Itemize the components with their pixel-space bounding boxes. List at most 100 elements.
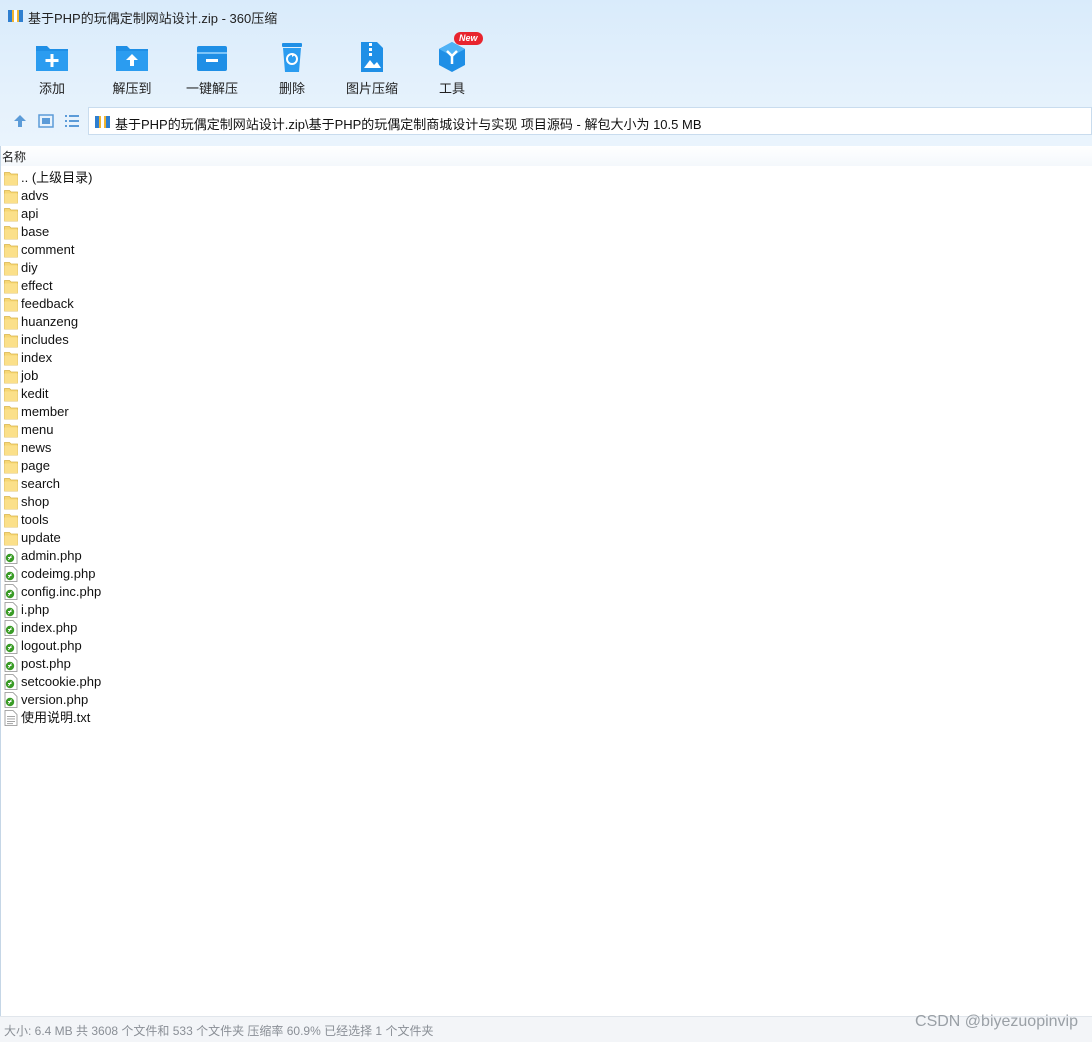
item-name: tools <box>21 512 49 527</box>
item-name: search <box>21 476 61 491</box>
folder-row[interactable]: huanzeng <box>0 313 400 331</box>
folder-icon <box>4 406 18 420</box>
file-row[interactable]: version.php <box>0 691 400 709</box>
php-file-icon <box>4 548 18 564</box>
tools-label: 工具 <box>438 81 465 96</box>
folder-icon <box>4 262 18 276</box>
folder-row[interactable]: shop <box>0 493 400 511</box>
list-view-icon[interactable] <box>63 112 81 130</box>
delete-button[interactable]: 删除 <box>252 38 332 100</box>
folder-icon <box>4 298 18 312</box>
one-click-extract-icon <box>197 46 227 71</box>
file-row[interactable]: config.inc.php <box>0 583 400 601</box>
file-row[interactable]: codeimg.php <box>0 565 400 583</box>
add-button[interactable]: 添加 <box>12 38 92 100</box>
folder-row[interactable]: update <box>0 529 400 547</box>
folder-row[interactable]: page <box>0 457 400 475</box>
item-name: api <box>21 206 39 221</box>
php-file-icon <box>4 638 18 654</box>
folder-icon <box>4 424 18 438</box>
folder-row[interactable]: comment <box>0 241 400 259</box>
item-name: i.php <box>21 602 50 617</box>
window-title: 基于PHP的玩偶定制网站设计.zip - 360压缩 <box>28 11 278 26</box>
image-compress-button[interactable]: 图片压缩 <box>332 38 412 100</box>
folder-row[interactable]: diy <box>0 259 400 277</box>
folder-icon <box>4 280 18 294</box>
item-name: news <box>21 440 52 455</box>
item-name: kedit <box>21 386 49 401</box>
folder-icon <box>4 442 18 456</box>
folder-row[interactable]: base <box>0 223 400 241</box>
folder-row[interactable]: kedit <box>0 385 400 403</box>
folder-row[interactable]: advs <box>0 187 400 205</box>
item-name: comment <box>21 242 75 257</box>
column-header-label: 名称 <box>2 150 27 164</box>
folder-row[interactable]: member <box>0 403 400 421</box>
new-badge: New <box>454 32 483 45</box>
tools-button[interactable]: New 工具 <box>412 32 492 100</box>
php-file-icon <box>4 656 18 672</box>
add-label: 添加 <box>38 81 65 96</box>
file-row[interactable]: 使用说明.txt <box>0 709 400 727</box>
folder-row[interactable]: news <box>0 439 400 457</box>
one-click-extract-button[interactable]: 一键解压 <box>172 38 252 100</box>
item-name: setcookie.php <box>21 674 102 689</box>
item-name: logout.php <box>21 638 82 653</box>
item-name: post.php <box>21 656 71 671</box>
delete-label: 删除 <box>278 81 305 96</box>
file-row[interactable]: i.php <box>0 601 400 619</box>
folder-icon <box>4 496 18 510</box>
file-row[interactable]: logout.php <box>0 637 400 655</box>
file-row[interactable]: setcookie.php <box>0 673 400 691</box>
file-row[interactable]: admin.php <box>0 547 400 565</box>
folder-icon <box>4 514 18 528</box>
folder-row[interactable]: .. (上级目录) <box>0 169 400 187</box>
extract-to-icon <box>116 46 148 71</box>
item-name: version.php <box>21 692 89 707</box>
item-name: index <box>21 350 53 365</box>
column-header-name[interactable]: 名称 <box>0 146 1092 166</box>
file-row[interactable]: post.php <box>0 655 400 673</box>
item-name: diy <box>21 260 38 275</box>
item-name: member <box>21 404 69 419</box>
folder-icon <box>4 190 18 204</box>
item-name: includes <box>21 332 69 347</box>
folder-row[interactable]: api <box>0 205 400 223</box>
one-click-extract-label: 一键解压 <box>185 81 238 96</box>
folder-row[interactable]: tools <box>0 511 400 529</box>
folder-row[interactable]: includes <box>0 331 400 349</box>
folder-row[interactable]: effect <box>0 277 400 295</box>
item-name: admin.php <box>21 548 82 563</box>
header: 基于PHP的玩偶定制网站设计.zip - 360压缩 添加 解压到 一键解压 删… <box>0 0 1092 146</box>
folder-icon <box>4 244 18 258</box>
archive-icon <box>95 116 110 128</box>
folder-row[interactable]: search <box>0 475 400 493</box>
extract-to-button[interactable]: 解压到 <box>92 38 172 100</box>
add-folder-icon <box>36 46 68 71</box>
file-row[interactable]: index.php <box>0 619 400 637</box>
image-compress-icon <box>361 42 383 72</box>
php-file-icon <box>4 692 18 708</box>
item-name: .. (上级目录) <box>21 170 93 185</box>
folder-icon <box>4 478 18 492</box>
folder-icon <box>4 532 18 546</box>
folder-row[interactable]: menu <box>0 421 400 439</box>
folder-row[interactable]: feedback <box>0 295 400 313</box>
folder-icon <box>4 226 18 240</box>
item-name: feedback <box>21 296 74 311</box>
php-file-icon <box>4 566 18 582</box>
php-file-icon <box>4 602 18 618</box>
folder-row[interactable]: job <box>0 367 400 385</box>
item-name: update <box>21 530 61 545</box>
item-name: codeimg.php <box>21 566 96 581</box>
title-bar: 基于PHP的玩偶定制网站设计.zip - 360压缩 <box>0 0 1092 32</box>
folder-icon <box>4 208 18 222</box>
thumbnail-view-icon[interactable] <box>37 112 55 130</box>
up-arrow-icon[interactable] <box>11 112 29 130</box>
folder-row[interactable]: index <box>0 349 400 367</box>
item-name: config.inc.php <box>21 584 102 599</box>
folder-icon <box>4 352 18 366</box>
text-file-icon <box>4 710 18 726</box>
address-bar[interactable]: 基于PHP的玩偶定制网站设计.zip\基于PHP的玩偶定制商城设计与实现 项目源… <box>88 107 1092 135</box>
recycle-bin-icon <box>282 43 302 72</box>
